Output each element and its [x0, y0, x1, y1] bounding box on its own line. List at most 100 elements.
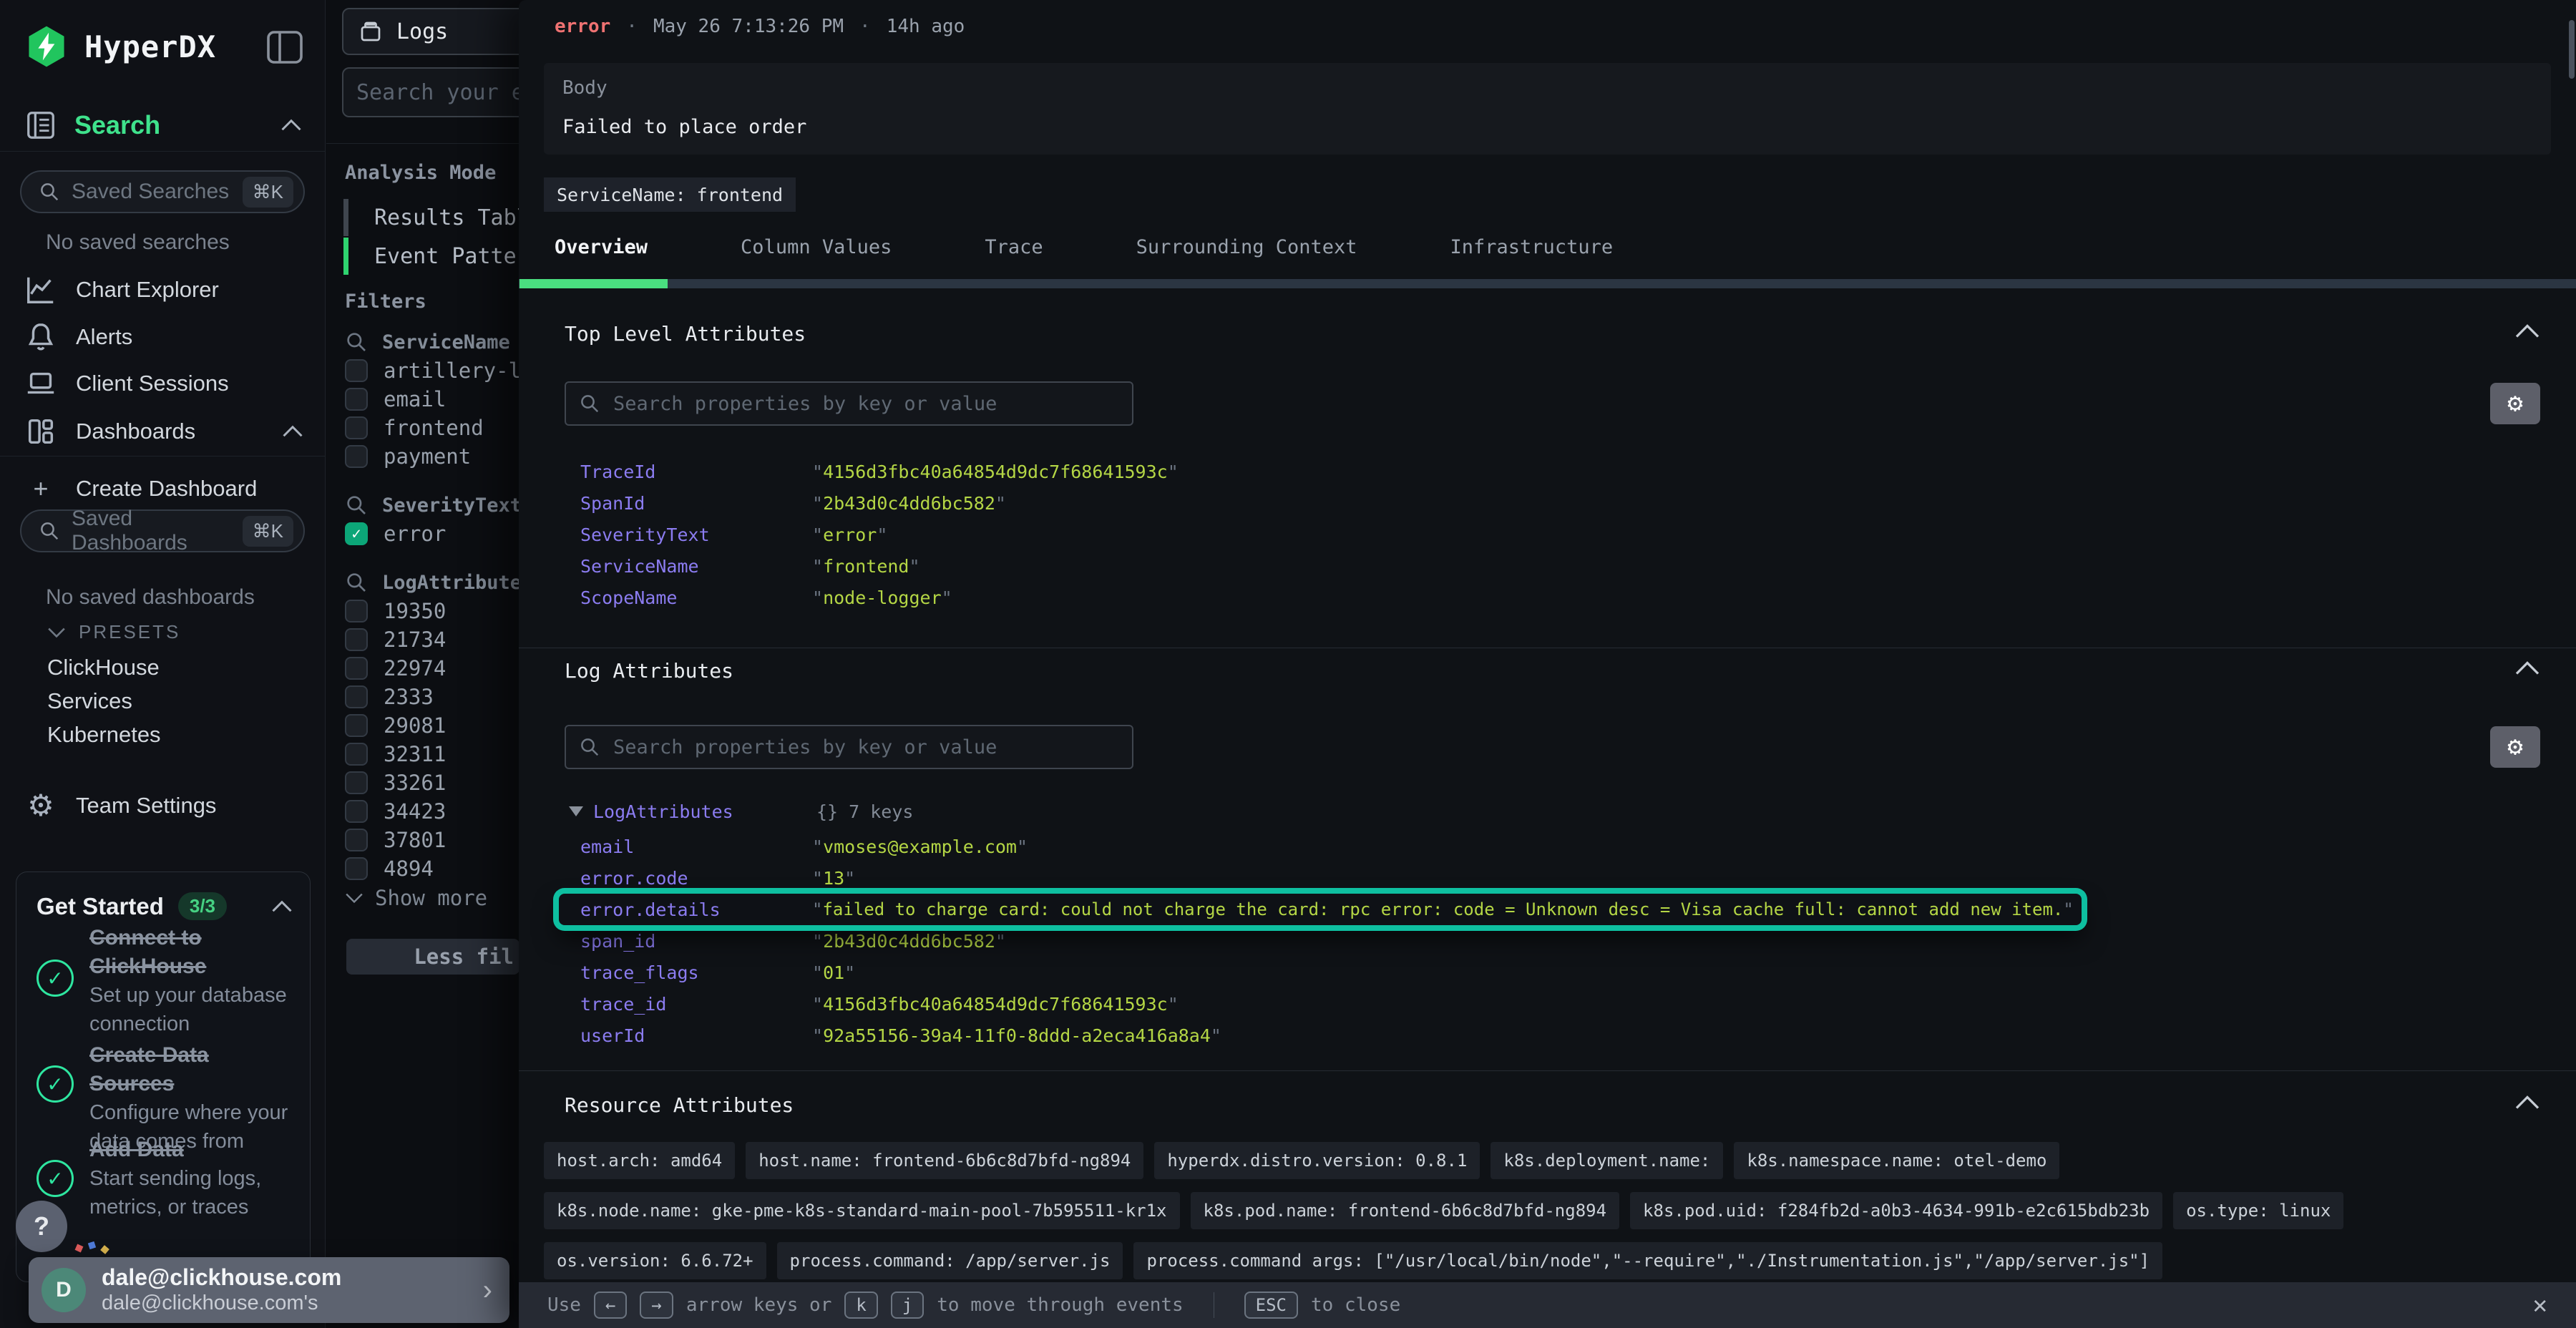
close-icon[interactable]: ✕ [2533, 1291, 2547, 1319]
esc-key[interactable]: ESC [1244, 1292, 1298, 1319]
collapse-section-icon[interactable] [2514, 1095, 2540, 1110]
attribute-value[interactable]: vmoses@example.com [812, 836, 1028, 857]
get-started-step-add-data[interactable]: ✓ Add Data Start sending logs, metrics, … [36, 1136, 294, 1221]
log-attributes-search-input[interactable]: Search properties by key or value [565, 725, 1133, 769]
resource-chip-k8s-pod-uid[interactable]: k8s.pod.uid: f284fb2d-a0b3-4634-991b-e2c… [1630, 1192, 2162, 1229]
attribute-key[interactable]: SeverityText [580, 524, 812, 545]
tab-surrounding-context[interactable]: Surrounding Context [1136, 236, 1357, 280]
user-account-chip[interactable]: D dale@clickhouse.com dale@clickhouse.co… [29, 1257, 509, 1323]
checkbox[interactable] [345, 416, 368, 439]
top-attr-servicename: ServiceNamefrontend [580, 550, 2547, 582]
panel-scrollbar[interactable] [2569, 20, 2575, 1308]
checked-checkbox[interactable]: ✓ [345, 522, 368, 545]
attribute-key[interactable]: SpanId [580, 493, 812, 514]
checkbox[interactable] [345, 800, 368, 823]
create-dashboard-button[interactable]: + Create Dashboard [24, 474, 303, 504]
arrow-right-key[interactable]: → [640, 1292, 673, 1319]
resource-chip-process-command[interactable]: process.command: /app/server.js [777, 1242, 1123, 1279]
collapse-sidebar-icon[interactable] [266, 30, 303, 64]
attribute-key[interactable]: userId [580, 1025, 812, 1046]
checkbox[interactable] [345, 685, 368, 708]
checkbox[interactable] [345, 743, 368, 766]
brand-logo-row[interactable]: HyperDX [24, 24, 216, 69]
attribute-key[interactable]: ScopeName [580, 587, 812, 608]
search-icon [39, 520, 60, 542]
sidebar-item-alerts[interactable]: Alerts [24, 321, 303, 353]
preset-services[interactable]: Services [47, 688, 132, 714]
resource-chip-k8s-pod-name[interactable]: k8s.pod.name: frontend-6b6c8d7bfd-ng894 [1191, 1192, 1620, 1229]
resource-chip-k8s-namespace-name[interactable]: k8s.namespace.name: otel-demo [1734, 1142, 2059, 1179]
attribute-value[interactable]: failed to charge card: could not charge … [812, 899, 2074, 919]
attribute-key[interactable]: trace_flags [580, 962, 812, 983]
sidebar-item-client-sessions[interactable]: Client Sessions [24, 367, 303, 400]
attribute-value[interactable]: 4156d3fbc40a64854d9dc7f68641593c [812, 994, 1179, 1015]
attribute-value[interactable]: 01 [812, 962, 855, 983]
collapse-section-icon[interactable] [2514, 660, 2540, 676]
checkbox[interactable] [345, 829, 368, 851]
saved-searches-input[interactable]: Saved Searches ⌘K [20, 170, 305, 213]
get-started-step-connect[interactable]: ✓ Connect to ClickHouse Set up your data… [36, 924, 294, 1038]
resource-chip-hyperdx-distro-version[interactable]: hyperdx.distro.version: 0.8.1 [1154, 1142, 1480, 1179]
attribute-value[interactable]: node-logger [812, 587, 952, 608]
checkbox[interactable] [345, 657, 368, 680]
resource-chip-host-arch[interactable]: host.arch: amd64 [544, 1142, 735, 1179]
log-attributes-root-node[interactable]: LogAttributes {} 7 keys [569, 796, 913, 827]
checkbox[interactable] [345, 600, 368, 622]
get-started-header[interactable]: Get Started 3/3 [16, 872, 310, 920]
less-filters-label: Less fil [414, 944, 514, 969]
tab-column-values[interactable]: Column Values [741, 236, 892, 280]
saved-dashboards-input[interactable]: Saved Dashboards ⌘K [20, 509, 305, 552]
checkbox[interactable] [345, 771, 368, 794]
tab-overview[interactable]: Overview [555, 236, 648, 280]
attribute-value[interactable]: 4156d3fbc40a64854d9dc7f68641593c [812, 462, 1179, 482]
attribute-value[interactable]: 13 [812, 868, 855, 889]
attribute-key[interactable]: span_id [580, 931, 812, 952]
attribute-key[interactable]: email [580, 836, 812, 857]
attribute-key[interactable]: TraceId [580, 462, 812, 482]
attribute-key[interactable]: trace_id [580, 994, 812, 1015]
checkbox[interactable] [345, 359, 368, 382]
checkbox[interactable] [345, 445, 368, 468]
resource-chip-host-name[interactable]: host.name: frontend-6b6c8d7bfd-ng894 [746, 1142, 1143, 1179]
resource-chip-k8s-deployment-name[interactable]: k8s.deployment.name: [1491, 1142, 1723, 1179]
resource-chip-k8s-node-name[interactable]: k8s.node.name: gke-pme-k8s-standard-main… [544, 1192, 1180, 1229]
sidebar-item-dashboards[interactable]: Dashboards [24, 415, 303, 448]
tab-infrastructure[interactable]: Infrastructure [1450, 236, 1614, 280]
sidebar-item-search[interactable]: Search [24, 109, 302, 142]
checkbox[interactable] [345, 628, 368, 651]
sidebar-item-team-settings[interactable]: ⚙ Team Settings [24, 789, 303, 822]
attribute-key[interactable]: ServiceName [580, 556, 812, 577]
collapse-section-icon[interactable] [2514, 323, 2540, 339]
preset-kubernetes[interactable]: Kubernetes [47, 722, 161, 748]
presets-toggle[interactable]: PRESETS [47, 621, 180, 643]
attribute-key[interactable]: error.code [580, 868, 812, 889]
sidebar-item-chart-explorer[interactable]: Chart Explorer [24, 273, 303, 306]
attribute-value[interactable]: frontend [812, 556, 920, 577]
top-level-search-input[interactable]: Search properties by key or value [565, 381, 1133, 426]
k-key[interactable]: k [844, 1292, 877, 1319]
less-filters-button[interactable]: Less fil [346, 939, 519, 975]
checkbox[interactable] [345, 714, 368, 737]
checkbox[interactable] [345, 857, 368, 880]
tab-trace[interactable]: Trace [985, 236, 1043, 280]
checkbox[interactable] [345, 388, 368, 411]
top-level-settings-button[interactable]: ⚙ [2490, 383, 2540, 424]
scrollbar-thumb[interactable] [2569, 20, 2575, 79]
filter-group-name: LogAttributes [382, 572, 533, 594]
resource-chip-process-command-args[interactable]: process.command args: ["/usr/local/bin/n… [1133, 1242, 2162, 1279]
arrow-left-key[interactable]: ← [594, 1292, 627, 1319]
attribute-value[interactable]: 2b43d0c4dd6bc582 [812, 493, 1006, 514]
preset-clickhouse[interactable]: ClickHouse [47, 655, 160, 680]
nav-label: Create Dashboard [76, 476, 257, 502]
attribute-value[interactable]: 92a55156-39a4-11f0-8ddd-a2eca416a8a4 [812, 1025, 1221, 1046]
service-name-tag[interactable]: ServiceName: frontend [544, 177, 796, 212]
attribute-value[interactable]: 2b43d0c4dd6bc582 [812, 931, 1006, 952]
log-attributes-settings-button[interactable]: ⚙ [2490, 726, 2540, 768]
resource-chip-os-version[interactable]: os.version: 6.6.72+ [544, 1242, 766, 1279]
j-key[interactable]: j [891, 1292, 924, 1319]
resource-chip-os-type[interactable]: os.type: linux [2173, 1192, 2343, 1229]
cmd-k-shortcut: ⌘K [243, 177, 293, 208]
attribute-key[interactable]: error.details [580, 899, 812, 920]
attribute-value[interactable]: error [812, 524, 887, 545]
help-button[interactable]: ? [16, 1201, 67, 1252]
